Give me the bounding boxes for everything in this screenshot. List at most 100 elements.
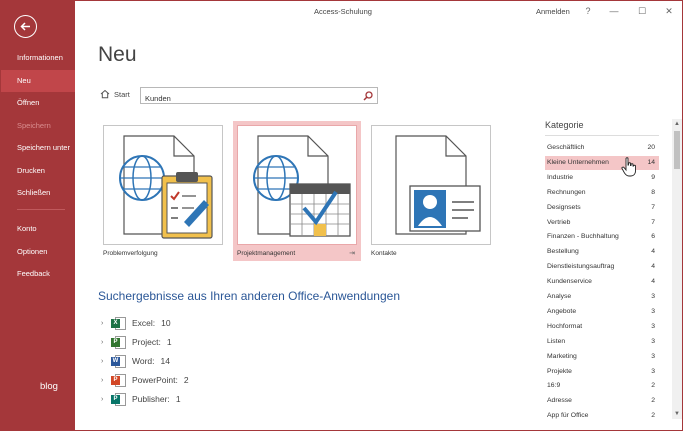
maximize-button[interactable]: ☐	[631, 3, 653, 19]
help-button[interactable]: ?	[577, 3, 599, 19]
result-app-name: PowerPoint:	[132, 375, 178, 385]
sidebar-item-oeffnen[interactable]: Öffnen	[1, 92, 75, 114]
category-item[interactable]: Listen 3	[545, 335, 659, 349]
chevron-right-icon[interactable]: ›	[101, 377, 111, 384]
category-count: 2	[651, 412, 655, 420]
category-item[interactable]: Adresse 2	[545, 394, 659, 408]
result-count: 10	[161, 318, 171, 328]
template-tile-problemverfolgung[interactable]: Problemverfolgung	[99, 121, 227, 261]
template-tile-kontakte[interactable]: Kontakte	[367, 121, 495, 261]
category-item[interactable]: Designsets 7	[545, 201, 659, 215]
category-count: 2	[651, 397, 655, 405]
category-name: Industrie	[547, 173, 574, 181]
template-label: Problemverfolgung	[103, 250, 158, 257]
sidebar-item-optionen[interactable]: Optionen	[1, 241, 75, 263]
sidebar-item-feedback[interactable]: Feedback	[1, 263, 75, 285]
category-name: Kleine Unternehmen	[547, 158, 609, 166]
result-row-excel[interactable]: › X Excel: 10	[101, 314, 171, 332]
category-item[interactable]: Finanzen - Buchhaltung 6	[545, 230, 659, 244]
close-button[interactable]: ✕	[658, 3, 680, 19]
sidebar-item-konto[interactable]: Konto	[1, 218, 75, 240]
template-tile-projektmanagement[interactable]: Projektmanagement ⇥	[233, 121, 361, 261]
category-count: 8	[651, 188, 655, 196]
scroll-up-arrow-icon[interactable]: ▲	[672, 119, 682, 129]
category-item[interactable]: Marketing 3	[545, 350, 659, 364]
category-item[interactable]: Rechnungen 8	[545, 186, 659, 200]
category-item[interactable]: Geschäftlich 20	[545, 141, 659, 155]
result-app-name: Project:	[132, 337, 161, 347]
category-item[interactable]: App für Office 2	[545, 409, 659, 423]
result-count: 14	[160, 356, 170, 366]
category-name: Bestellung	[547, 248, 579, 256]
result-row-publisher[interactable]: › P Publisher: 1	[101, 390, 181, 408]
result-count: 2	[183, 375, 189, 385]
category-count: 6	[651, 233, 655, 241]
signin-link[interactable]: Anmelden	[536, 7, 570, 16]
chevron-right-icon[interactable]: ›	[101, 320, 111, 327]
category-name: Geschäftlich	[547, 144, 585, 151]
office-results-title: Suchergebnisse aus Ihren anderen Office-…	[98, 289, 400, 303]
category-item[interactable]: Kundenservice 4	[545, 275, 659, 289]
category-scrollbar[interactable]: ▲ ▼	[672, 119, 682, 419]
category-item[interactable]: Angebote 3	[545, 305, 659, 319]
result-row-project[interactable]: › P Project: 1	[101, 333, 172, 351]
category-item[interactable]: Dienstleistungsauftrag 4	[545, 260, 659, 274]
result-app-name: Excel:	[132, 318, 156, 328]
category-count: 3	[651, 293, 655, 300]
template-thumbnail	[237, 125, 357, 245]
chevron-right-icon[interactable]: ›	[101, 358, 111, 365]
contacts-card-icon	[395, 135, 481, 235]
category-item[interactable]: Bestellung 4	[545, 245, 659, 259]
category-count: 4	[651, 263, 655, 271]
excel-icon: X	[111, 316, 126, 331]
category-count: 7	[651, 218, 655, 226]
sidebar-item-informationen[interactable]: Informationen	[1, 47, 75, 69]
project-icon: P	[111, 335, 126, 350]
start-link[interactable]: Start	[100, 89, 130, 99]
result-row-powerpoint[interactable]: › P PowerPoint: 2	[101, 371, 189, 389]
scroll-down-arrow-icon[interactable]: ▼	[672, 409, 682, 419]
category-item[interactable]: Industrie 9	[545, 171, 659, 185]
category-item[interactable]: Kleine Unternehmen 14	[545, 155, 659, 170]
template-thumbnail	[103, 125, 223, 245]
chevron-right-icon[interactable]: ›	[101, 396, 111, 403]
powerpoint-icon: P	[111, 373, 126, 388]
category-count: 3	[651, 322, 655, 330]
category-count: 3	[651, 337, 655, 345]
sidebar-item-neu[interactable]: Neu	[1, 70, 75, 92]
window-title: Access-Schulung	[314, 7, 372, 16]
category-item[interactable]: 16:9 2	[545, 379, 659, 393]
category-count: 3	[651, 307, 655, 315]
category-item[interactable]: Projekte 3	[545, 365, 659, 379]
result-app-name: Publisher:	[132, 394, 170, 404]
category-name: Designsets	[547, 203, 581, 211]
category-count: 2	[651, 382, 655, 390]
chevron-right-icon[interactable]: ›	[101, 339, 111, 346]
issue-tracking-icon	[119, 135, 213, 239]
search-icon[interactable]	[363, 91, 373, 101]
project-calendar-icon	[253, 135, 351, 237]
scroll-thumb[interactable]	[674, 131, 680, 169]
category-item[interactable]: Analyse 3	[545, 290, 659, 304]
result-row-word[interactable]: › W Word: 14	[101, 352, 170, 370]
sidebar-item-speichern-unter[interactable]: Speichern unter	[1, 137, 75, 159]
category-name: App für Office	[547, 412, 589, 420]
sidebar-item-drucken[interactable]: Drucken	[1, 160, 75, 182]
sidebar-item-schliessen[interactable]: Schließen	[1, 182, 75, 204]
category-name: 16:9	[547, 382, 561, 390]
minimize-button[interactable]: —	[603, 3, 625, 19]
category-item[interactable]: Hochformat 3	[545, 320, 659, 334]
category-name: Finanzen - Buchhaltung	[547, 233, 619, 241]
pin-icon[interactable]: ⇥	[349, 249, 355, 257]
category-name: Kundenservice	[547, 278, 592, 286]
template-label: Projektmanagement	[237, 250, 296, 257]
template-search-input[interactable]	[141, 91, 351, 106]
category-count: 14	[647, 158, 655, 166]
category-count: 9	[651, 173, 655, 181]
category-item[interactable]: Vertrieb 7	[545, 216, 659, 230]
category-name: Dienstleistungsauftrag	[547, 263, 615, 271]
category-divider	[545, 135, 659, 136]
page-title: Neu	[98, 43, 137, 66]
word-icon: W	[111, 354, 126, 369]
back-button[interactable]	[14, 15, 37, 38]
